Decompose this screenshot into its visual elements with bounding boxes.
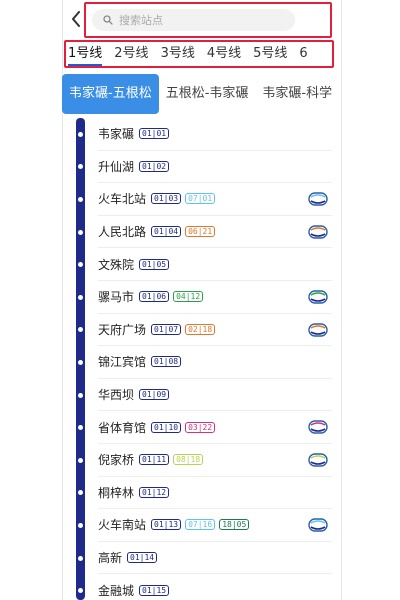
tab-line-5[interactable]: 5号线	[253, 44, 287, 66]
station-dot	[78, 523, 83, 528]
station-code-badge: 01|09	[139, 389, 170, 401]
direction-tabs: 韦家碾-五根松 五根松-韦家碾 韦家碾-科学	[62, 74, 342, 114]
station-dot	[78, 392, 83, 398]
tab-line-6[interactable]: 6	[299, 44, 307, 66]
station-code-badge: 02|18	[185, 323, 216, 335]
station-name: 华西坝	[98, 388, 135, 403]
station-dot	[78, 229, 83, 235]
station-row[interactable]: 人民北路 01|04 06|21	[98, 216, 332, 249]
station-name: 人民北路	[98, 225, 147, 240]
transfer-icon[interactable]	[308, 225, 328, 239]
station-code-badge: 07|01	[185, 193, 216, 205]
station-dot	[78, 294, 83, 300]
station-code-badge: 01|07	[151, 323, 182, 335]
station-name: 省体育馆	[98, 420, 147, 435]
station-row[interactable]: 骡马市 01|06 04|12	[98, 281, 332, 314]
transfer-icon[interactable]	[308, 192, 328, 206]
station-row[interactable]: 火车南站 01|13 07|16 18|05	[98, 509, 332, 542]
station-row[interactable]: 锦江宾馆 01|08	[98, 346, 332, 379]
tab-line-3[interactable]: 3号线	[161, 44, 195, 66]
tab-direction-2[interactable]: 五根松-韦家碾	[159, 74, 256, 114]
station-name: 火车北站	[98, 192, 147, 207]
station-code-badge: 01|12	[139, 486, 170, 498]
station-list: 韦家碾 01|01 升仙湖 01|02 火车北站 01|03 07|01 人民北路 01|04 0…	[62, 118, 342, 600]
station-code-badge: 07|16	[185, 519, 216, 531]
search-bar[interactable]	[92, 9, 295, 31]
station-code-badge: 01|10	[151, 421, 182, 433]
station-code-badge: 08|18	[173, 454, 204, 466]
station-code-badge: 18|05	[219, 519, 250, 531]
station-code-badge: 06|21	[185, 226, 216, 238]
station-name: 韦家碾	[98, 127, 135, 142]
station-code-badge: 01|13	[151, 519, 182, 531]
station-dot	[78, 457, 83, 463]
station-row[interactable]: 韦家碾 01|01	[98, 118, 332, 151]
station-row[interactable]: 倪家桥 01|11 08|18	[98, 444, 332, 477]
chevron-left-icon	[72, 11, 80, 27]
transfer-icon[interactable]	[308, 453, 328, 467]
transfer-icon[interactable]	[308, 290, 328, 304]
station-dot	[78, 555, 83, 561]
station-row[interactable]: 桐梓林 01|12	[98, 477, 332, 510]
station-name: 倪家桥	[98, 453, 135, 468]
station-code-badge: 01|02	[139, 160, 170, 172]
station-row[interactable]: 升仙湖 01|02	[98, 151, 332, 184]
station-name: 火车南站	[98, 518, 147, 533]
station-code-badge: 01|05	[139, 258, 170, 270]
tab-line-2[interactable]: 2号线	[114, 44, 148, 66]
station-row[interactable]: 金融城 01|15	[98, 574, 332, 600]
station-code-badge: 01|11	[139, 454, 170, 466]
station-name: 高新	[98, 551, 123, 566]
back-button[interactable]	[68, 9, 84, 29]
station-name: 天府广场	[98, 322, 147, 337]
station-name: 金融城	[98, 583, 135, 598]
search-icon	[103, 15, 113, 25]
station-row[interactable]: 火车北站 01|03 07|01	[98, 183, 332, 216]
station-name: 文殊院	[98, 257, 135, 272]
station-code-badge: 01|08	[151, 356, 182, 368]
station-code-badge: 01|01	[139, 128, 170, 140]
station-name: 升仙湖	[98, 159, 135, 174]
station-code-badge: 04|12	[173, 291, 204, 303]
station-row[interactable]: 高新 01|14	[98, 542, 332, 575]
station-row[interactable]: 文殊院 01|05	[98, 248, 332, 281]
station-name: 桐梓林	[98, 485, 135, 500]
transfer-icon[interactable]	[308, 518, 328, 532]
tab-line-1[interactable]: 1号线	[68, 44, 103, 66]
station-row[interactable]: 省体育馆 01|10 03|22	[98, 411, 332, 444]
station-code-badge: 01|14	[127, 552, 158, 564]
station-dot	[78, 131, 83, 137]
tab-direction-3[interactable]: 韦家碾-科学	[255, 74, 339, 114]
line-tabs: 1号线 2号线 3号线 4号线 5号线 6	[68, 44, 340, 66]
transfer-icon[interactable]	[308, 322, 328, 337]
station-dot	[78, 197, 83, 202]
station-name: 骡马市	[98, 290, 135, 305]
station-code-badge: 01|15	[139, 584, 170, 596]
station-row[interactable]: 华西坝 01|09	[98, 379, 332, 412]
station-code-badge: 03|22	[185, 421, 216, 433]
station-row[interactable]: 天府广场 01|07 02|18	[98, 314, 332, 347]
search-input[interactable]	[119, 13, 289, 27]
transfer-icon[interactable]	[308, 420, 328, 435]
station-code-badge: 01|03	[151, 193, 182, 205]
tab-line-4[interactable]: 4号线	[207, 44, 241, 66]
tab-direction-1[interactable]: 韦家碾-五根松	[62, 74, 159, 114]
station-code-badge: 01|04	[151, 226, 182, 238]
station-dot	[78, 360, 83, 365]
station-code-badge: 01|06	[139, 291, 170, 303]
station-name: 锦江宾馆	[98, 355, 147, 370]
